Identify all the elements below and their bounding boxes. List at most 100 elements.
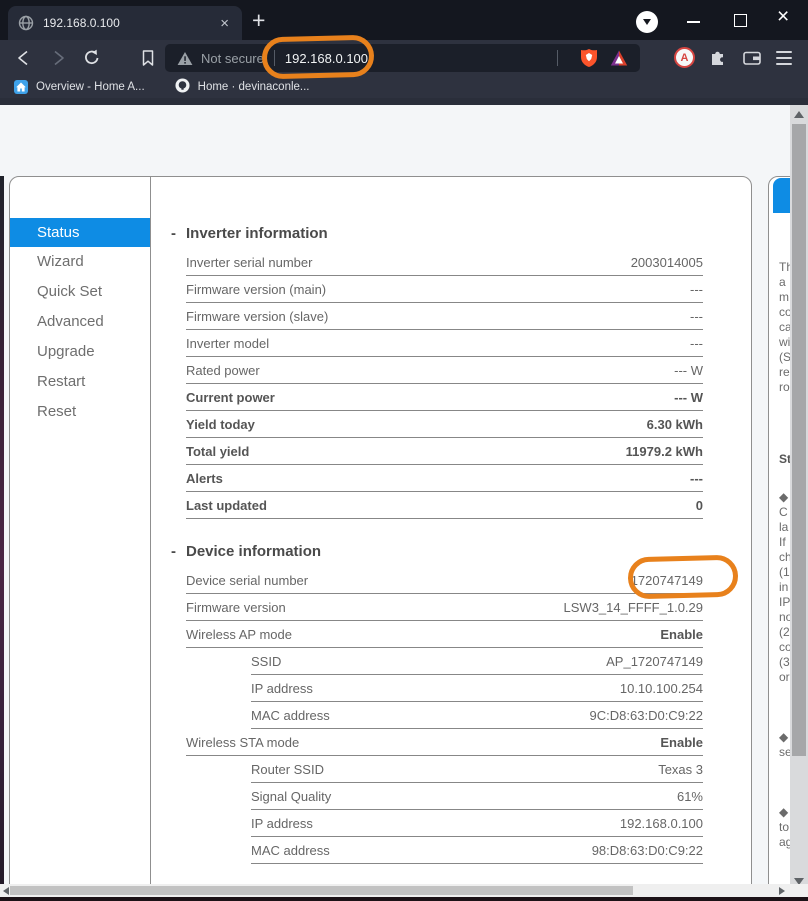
- sidebar-item-quick-set[interactable]: Quick Set: [10, 277, 150, 307]
- github-icon: [175, 78, 190, 96]
- row-label: Total yield: [186, 443, 250, 459]
- table-row: Current power --- W: [186, 384, 703, 411]
- row-label: Firmware version (slave): [186, 308, 329, 324]
- window-close-button[interactable]: ×: [777, 5, 789, 29]
- address-bar[interactable]: Not secure 192.168.0.100: [165, 44, 640, 72]
- vertical-scrollbar-thumb[interactable]: [792, 124, 806, 756]
- row-value: 0: [695, 497, 703, 513]
- section-dash: -: [171, 225, 176, 242]
- tab-search-button[interactable]: [636, 11, 658, 33]
- row-value: 98:D8:63:D0:C9:22: [591, 842, 703, 858]
- chevron-down-icon: [643, 19, 651, 25]
- globe-favicon-icon: [18, 15, 34, 31]
- scroll-left-icon[interactable]: [3, 887, 9, 895]
- bookmark-label: Home · devinaconle...: [197, 81, 310, 93]
- security-label: Not secure: [201, 50, 264, 66]
- tab-title: 192.168.0.100: [43, 16, 120, 30]
- row-label: Last updated: [186, 497, 267, 513]
- table-row: Alerts ---: [186, 465, 703, 492]
- table-row: Signal Quality 61%: [251, 783, 703, 810]
- sidebar-item-restart[interactable]: Restart: [10, 367, 150, 397]
- brave-rewards-bat-icon[interactable]: [610, 50, 628, 66]
- row-value: 9C:D8:63:D0:C9:22: [589, 707, 703, 723]
- row-label: Yield today: [186, 416, 255, 432]
- not-secure-warning-icon: [177, 51, 193, 65]
- sidebar-item-advanced[interactable]: Advanced: [10, 307, 150, 337]
- table-row: Wireless AP mode Enable: [186, 621, 703, 648]
- row-label: MAC address: [251, 707, 330, 723]
- sidebar-item-reset[interactable]: Reset: [10, 397, 150, 427]
- sidebar-item-wizard[interactable]: Wizard: [10, 247, 150, 277]
- bookmark-item-home-assistant[interactable]: Overview - Home A...: [14, 80, 145, 94]
- row-label: IP address: [251, 680, 313, 696]
- table-row: Yield today 6.30 kWh: [186, 411, 703, 438]
- device-information-rows: Device serial number 1720747149 Firmware …: [186, 567, 703, 864]
- scroll-right-icon[interactable]: [779, 887, 785, 895]
- table-row: MAC address 9C:D8:63:D0:C9:22: [251, 702, 703, 729]
- url-highlight-annotation: [261, 34, 375, 80]
- row-label: MAC address: [251, 842, 330, 858]
- scrollbar-corner: [790, 884, 808, 897]
- table-row: Inverter serial number 2003014005: [186, 249, 703, 276]
- table-row: Device serial number 1720747149: [186, 567, 703, 594]
- bookmark-icon[interactable]: [138, 48, 158, 68]
- table-row: IP address 192.168.0.100: [251, 810, 703, 837]
- bookmarks-bar: Overview - Home A... Home · devinaconle.…: [0, 76, 808, 98]
- back-icon[interactable]: [14, 48, 34, 68]
- browser-menu-icon[interactable]: [776, 51, 792, 65]
- tab-strip: 192.168.0.100 × + ×: [0, 0, 808, 40]
- forward-icon[interactable]: [48, 48, 68, 68]
- row-label: Signal Quality: [251, 788, 332, 804]
- home-assistant-icon: [14, 80, 28, 94]
- row-label: Router SSID: [251, 761, 324, 777]
- section-dash: -: [171, 543, 176, 560]
- address-bar-divider: [557, 50, 558, 66]
- table-row: Wireless STA mode Enable: [186, 729, 703, 756]
- tab-close-icon[interactable]: ×: [217, 16, 232, 31]
- wallet-icon[interactable]: [742, 48, 762, 68]
- row-label: Device serial number: [186, 572, 309, 588]
- section-title-inverter-information: - Inverter information: [171, 225, 328, 242]
- row-label: IP address: [251, 815, 313, 831]
- sidebar-divider: [150, 177, 151, 884]
- row-value: ---: [690, 308, 703, 324]
- reload-icon[interactable]: [82, 48, 102, 68]
- row-value: 61%: [676, 788, 703, 804]
- row-value: 11979.2 kWh: [625, 443, 703, 459]
- row-label: SSID: [251, 653, 282, 669]
- row-value: 2003014005: [630, 254, 703, 270]
- row-value: --- W: [674, 362, 703, 378]
- serial-number-highlight-annotation: [627, 554, 739, 600]
- brave-shield-icon[interactable]: [581, 49, 597, 67]
- sidebar-item-upgrade[interactable]: Upgrade: [10, 337, 150, 367]
- row-value: --- W: [674, 389, 703, 405]
- new-tab-button[interactable]: +: [252, 7, 265, 34]
- row-label: Current power: [186, 389, 275, 405]
- scroll-up-icon[interactable]: [794, 111, 804, 118]
- extensions-puzzle-icon[interactable]: [708, 48, 728, 68]
- window-minimize-button[interactable]: [687, 21, 700, 23]
- horizontal-scrollbar-thumb[interactable]: [10, 886, 633, 895]
- bookmark-item-github[interactable]: Home · devinaconle...: [175, 78, 310, 96]
- table-row: Last updated 0: [186, 492, 703, 519]
- web-page: Status Wizard Quick Set Advanced Upgrade…: [0, 105, 808, 884]
- row-value: Enable: [660, 734, 703, 750]
- row-value: ---: [690, 281, 703, 297]
- row-label: Wireless AP mode: [186, 626, 292, 642]
- sidebar-item-status[interactable]: Status: [10, 218, 150, 247]
- row-label: Alerts: [186, 470, 223, 486]
- bookmark-label: Overview - Home A...: [36, 81, 145, 93]
- row-value: ---: [690, 335, 703, 351]
- adblock-extension-icon[interactable]: A: [674, 47, 695, 68]
- row-value: 6.30 kWh: [646, 416, 703, 432]
- row-label: Firmware version (main): [186, 281, 327, 297]
- row-label: Wireless STA mode: [186, 734, 300, 750]
- browser-tab[interactable]: 192.168.0.100 ×: [8, 6, 242, 40]
- row-value: AP_1720747149: [606, 653, 703, 669]
- row-value: 192.168.0.100: [619, 815, 703, 831]
- window-maximize-button[interactable]: [734, 14, 747, 27]
- row-value: LSW3_14_FFFF_1.0.29: [563, 599, 703, 615]
- table-row: Inverter model ---: [186, 330, 703, 357]
- page-left-edge: [0, 176, 4, 884]
- row-label: Rated power: [186, 362, 260, 378]
